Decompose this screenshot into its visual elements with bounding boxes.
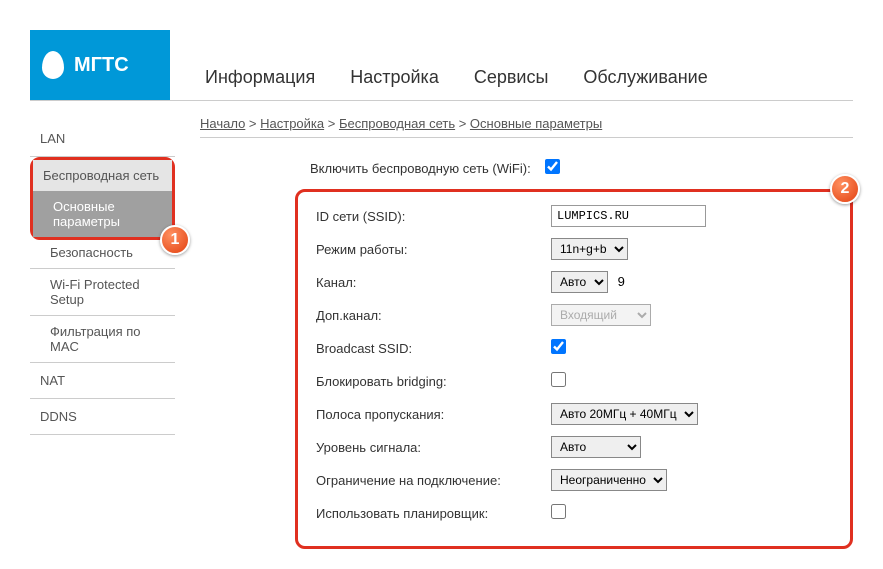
checkbox-broadcast-ssid[interactable] xyxy=(551,339,566,354)
checkbox-enable-wifi[interactable] xyxy=(545,159,560,174)
sidebar-wps[interactable]: Wi-Fi Protected Setup xyxy=(30,269,175,316)
select-ext-channel: Входящий xyxy=(551,304,651,326)
label-enable: Включить беспроводную сеть (WiFi): xyxy=(310,161,545,176)
label-scheduler: Использовать планировщик: xyxy=(316,506,551,521)
label-channel: Канал: xyxy=(316,275,551,290)
select-channel[interactable]: Авто xyxy=(551,271,608,293)
breadcrumb-basic[interactable]: Основные параметры xyxy=(470,116,602,131)
select-connection-limit[interactable]: Неограниченно xyxy=(551,469,667,491)
label-broadcast: Broadcast SSID: xyxy=(316,341,551,356)
highlight-form: 2 ID сети (SSID): Режим работы: 11n+g+b … xyxy=(295,189,853,549)
breadcrumb: Начало > Настройка > Беспроводная сеть >… xyxy=(200,116,853,138)
label-ssid: ID сети (SSID): xyxy=(316,209,551,224)
label-bandwidth: Полоса пропускания: xyxy=(316,407,551,422)
breadcrumb-home[interactable]: Начало xyxy=(200,116,245,131)
label-bridging: Блокировать bridging: xyxy=(316,374,551,389)
topnav: Информация Настройка Сервисы Обслуживани… xyxy=(170,67,708,100)
sidebar: LAN Беспроводная сеть Основные параметры… xyxy=(30,121,175,549)
checkbox-scheduler[interactable] xyxy=(551,504,566,519)
topnav-maintenance[interactable]: Обслуживание xyxy=(583,67,707,88)
sidebar-ddns[interactable]: DDNS xyxy=(30,399,175,435)
annotation-badge-1: 1 xyxy=(160,225,190,255)
logo: МГТС xyxy=(30,30,170,100)
topnav-settings[interactable]: Настройка xyxy=(350,67,439,88)
label-ext-channel: Доп.канал: xyxy=(316,308,551,323)
label-limit: Ограничение на подключение: xyxy=(316,473,551,488)
logo-text: МГТС xyxy=(74,54,129,77)
sidebar-nat[interactable]: NAT xyxy=(30,363,175,399)
breadcrumb-settings[interactable]: Настройка xyxy=(260,116,324,131)
breadcrumb-wireless[interactable]: Беспроводная сеть xyxy=(339,116,455,131)
checkbox-block-bridging[interactable] xyxy=(551,372,566,387)
topnav-info[interactable]: Информация xyxy=(205,67,315,88)
select-mode[interactable]: 11n+g+b xyxy=(551,238,628,260)
sidebar-lan[interactable]: LAN xyxy=(30,121,175,157)
content: Начало > Настройка > Беспроводная сеть >… xyxy=(200,116,853,549)
channel-current: 9 xyxy=(618,274,625,289)
select-signal[interactable]: Авто xyxy=(551,436,641,458)
sidebar-basic-params[interactable]: Основные параметры xyxy=(33,191,172,237)
input-ssid[interactable] xyxy=(551,205,706,227)
highlight-sidebar: Беспроводная сеть Основные параметры 1 xyxy=(30,157,175,240)
label-mode: Режим работы: xyxy=(316,242,551,257)
topnav-services[interactable]: Сервисы xyxy=(474,67,549,88)
sidebar-mac-filter[interactable]: Фильтрация по MAC xyxy=(30,316,175,363)
sidebar-security[interactable]: Безопасность xyxy=(30,237,175,269)
header: МГТС Информация Настройка Сервисы Обслуж… xyxy=(30,30,853,101)
logo-icon xyxy=(42,51,64,79)
select-bandwidth[interactable]: Авто 20МГц + 40МГц xyxy=(551,403,698,425)
row-enable: Включить беспроводную сеть (WiFi): xyxy=(310,156,853,180)
sidebar-wireless[interactable]: Беспроводная сеть xyxy=(33,160,172,191)
annotation-badge-2: 2 xyxy=(830,174,860,204)
label-signal: Уровень сигнала: xyxy=(316,440,551,455)
